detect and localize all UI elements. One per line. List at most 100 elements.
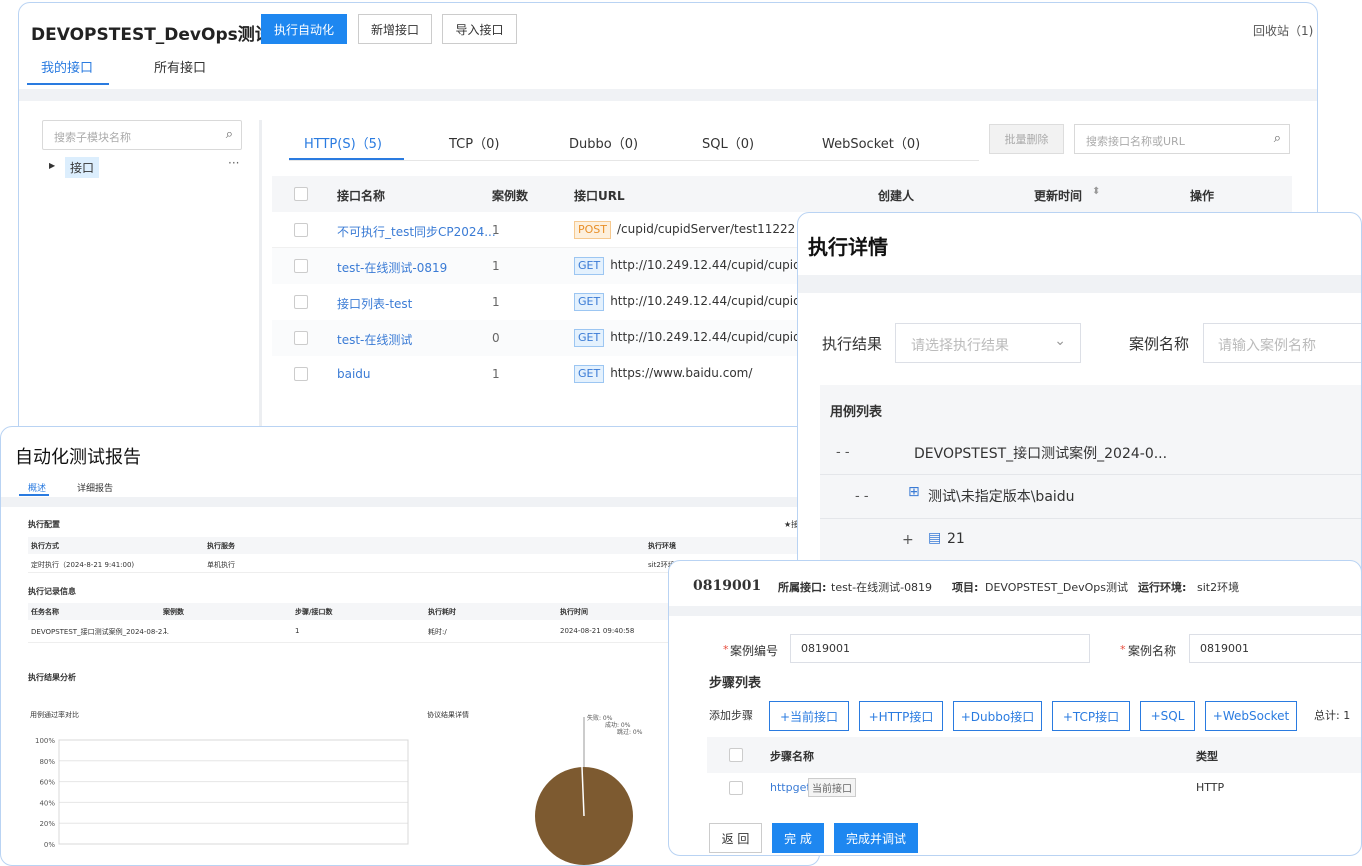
row-checkbox[interactable] <box>294 259 308 273</box>
row-checkbox[interactable] <box>294 367 308 381</box>
result-select[interactable]: 请选择执行结果 ⌄ <box>895 323 1081 363</box>
records-col-duration: 执行耗时 <box>428 608 456 616</box>
config-col-mode: 执行方式 <box>31 542 59 550</box>
row-cases: 1 <box>492 223 500 237</box>
row-cases: 1 <box>492 295 500 309</box>
row-name-link[interactable]: 接口列表-test <box>337 295 412 312</box>
method-tag: GET <box>574 293 605 311</box>
case-name-label: 案例名称 <box>1128 644 1177 658</box>
tree-root-interface[interactable]: 接口 <box>65 157 100 178</box>
records-duration-value: 耗时:/ <box>428 628 447 636</box>
pie-label: 跳过: 0% <box>617 728 643 736</box>
back-button[interactable]: 返 回 <box>709 823 762 853</box>
pie-label: 成功: 0% <box>605 721 631 729</box>
tab-all-interfaces[interactable]: 所有接口 <box>154 57 206 76</box>
sort-icon[interactable]: ⬍ <box>1092 186 1100 197</box>
col-url: 接口URL <box>574 189 625 203</box>
run-automation-button[interactable]: 执行自动化 <box>261 14 347 44</box>
row-checkbox[interactable] <box>294 223 308 237</box>
case-edit-panel: 0819001 所属接口: test-在线测试-0819 项目: DEVOPST… <box>668 560 1362 856</box>
case-code-label: 案例编号 <box>730 644 779 658</box>
module-search-input[interactable]: 搜索子模块名称 ⌕ <box>42 120 242 150</box>
add-current-interface-button[interactable]: +当前接口 <box>769 701 849 731</box>
module-icon: ⊞ <box>908 484 920 500</box>
row-name-link[interactable]: 不可执行_test同步CP2024... <box>337 223 496 240</box>
tab-sql[interactable]: SQL（0) <box>702 133 754 152</box>
expand-icon[interactable]: + <box>902 532 914 548</box>
add-websocket-button[interactable]: +WebSocket <box>1205 701 1297 731</box>
case-tree-row-1[interactable]: - - DEVOPSTEST_接口测试案例_2024-0... <box>820 433 1361 475</box>
y-tick-label: 40% <box>39 799 55 807</box>
config-header-row: 执行方式 执行服务 执行环境 <box>28 537 808 554</box>
tab-detail-report[interactable]: 详细报告 <box>77 481 113 494</box>
module-search-placeholder: 搜索子模块名称 <box>54 131 131 144</box>
recycle-bin-link[interactable]: 回收站（1) <box>1253 22 1313 39</box>
tab-my-interfaces[interactable]: 我的接口 <box>41 57 93 76</box>
url-text: https://www.baidu.com/ <box>610 366 753 380</box>
add-sql-button[interactable]: +SQL <box>1140 701 1195 731</box>
tab-tcp[interactable]: TCP（0) <box>449 133 499 152</box>
chevron-down-icon: ⌄ <box>1054 333 1066 349</box>
tab-active-underline <box>27 83 109 85</box>
pass-rate-chart: 100% 80% 60% 40% 20% 0% <box>35 737 409 849</box>
pie-label: 失败: 0% <box>587 714 613 722</box>
tree-expand-icon[interactable]: ▶ <box>49 161 55 170</box>
done-button[interactable]: 完 成 <box>772 823 824 853</box>
case-list-title: 用例列表 <box>830 405 883 420</box>
config-col-service: 执行服务 <box>207 542 235 550</box>
row-name-link[interactable]: test-在线测试-0819 <box>337 259 447 276</box>
project-label: 项目: <box>952 581 979 594</box>
case-name-placeholder: 请输入案例名称 <box>1218 338 1316 354</box>
case-tree-row-2[interactable]: - - ⊞ 测试\未指定版本\baidu <box>820 475 1361 519</box>
step-checkbox[interactable] <box>729 781 743 795</box>
select-all-checkbox[interactable] <box>294 187 308 201</box>
records-col-cases: 案例数 <box>163 608 184 616</box>
case-code-input[interactable]: 0819001 <box>790 634 1090 663</box>
records-col-steps: 步骤/接口数 <box>295 608 333 616</box>
tab-websocket[interactable]: WebSocket（0) <box>822 133 920 152</box>
tab-http[interactable]: HTTP(S)（5) <box>304 133 382 152</box>
detail-title: 执行详情 <box>808 235 888 259</box>
batch-delete-button[interactable]: 批量删除 <box>989 124 1064 154</box>
row-checkbox[interactable] <box>294 295 308 309</box>
records-col-time: 执行时间 <box>560 608 588 616</box>
tab-overview-underline <box>19 494 49 496</box>
done-and-debug-button[interactable]: 完成并调试 <box>834 823 918 853</box>
row-name-link[interactable]: baidu <box>337 367 371 381</box>
analysis-title: 执行结果分析 <box>28 673 76 682</box>
execution-detail-panel: 执行详情 执行结果 请选择执行结果 ⌄ 案例名称 请输入案例名称 用例列表 - … <box>797 212 1362 587</box>
select-all-steps-checkbox[interactable] <box>729 748 743 762</box>
search-icon: ⌕ <box>1273 131 1281 146</box>
collapse-icon[interactable]: - - <box>836 445 850 460</box>
import-interface-button[interactable]: 导入接口 <box>442 14 517 44</box>
case-name-field[interactable]: 0819001 <box>1189 634 1361 663</box>
case-edit-divider <box>669 606 1361 616</box>
row-checkbox[interactable] <box>294 331 308 345</box>
records-col-task: 任务名称 <box>31 608 59 616</box>
tab-dubbo[interactable]: Dubbo（0) <box>569 133 638 152</box>
table-row[interactable]: httpget 当前接口 HTTP <box>707 773 1361 803</box>
records-task-value: DEVOPSTEST_接口测试案例_2024-08-2... <box>31 628 169 636</box>
case-name-input[interactable]: 请输入案例名称 <box>1203 323 1361 363</box>
case-name-value: 0819001 <box>1200 642 1249 655</box>
add-http-interface-button[interactable]: +HTTP接口 <box>859 701 943 731</box>
add-interface-button[interactable]: 新增接口 <box>358 14 432 44</box>
plot-area <box>58 739 409 845</box>
search-icon: ⌕ <box>225 127 233 142</box>
more-options-icon[interactable]: ··· <box>228 156 239 170</box>
method-tag: GET <box>574 365 605 383</box>
method-tag: GET <box>574 329 605 347</box>
tree-case-label: 21 <box>947 531 965 547</box>
add-tcp-interface-button[interactable]: +TCP接口 <box>1052 701 1130 731</box>
report-title: 自动化测试报告 <box>15 447 141 468</box>
tree-module-label: 测试\未指定版本\baidu <box>928 489 1075 505</box>
col-name: 接口名称 <box>337 189 386 203</box>
row-name-link[interactable]: test-在线测试 <box>337 331 412 348</box>
interface-value: test-在线测试-0819 <box>831 581 933 594</box>
tab-overview[interactable]: 概述 <box>28 481 46 494</box>
case-tree-row-3[interactable]: + ▤ 21 <box>820 519 1361 563</box>
collapse-icon[interactable]: - - <box>855 489 869 504</box>
interface-search-input[interactable]: 搜索接口名称或URL ⌕ <box>1074 124 1290 154</box>
add-dubbo-interface-button[interactable]: +Dubbo接口 <box>953 701 1042 731</box>
step-name-link[interactable]: httpget <box>770 781 811 794</box>
